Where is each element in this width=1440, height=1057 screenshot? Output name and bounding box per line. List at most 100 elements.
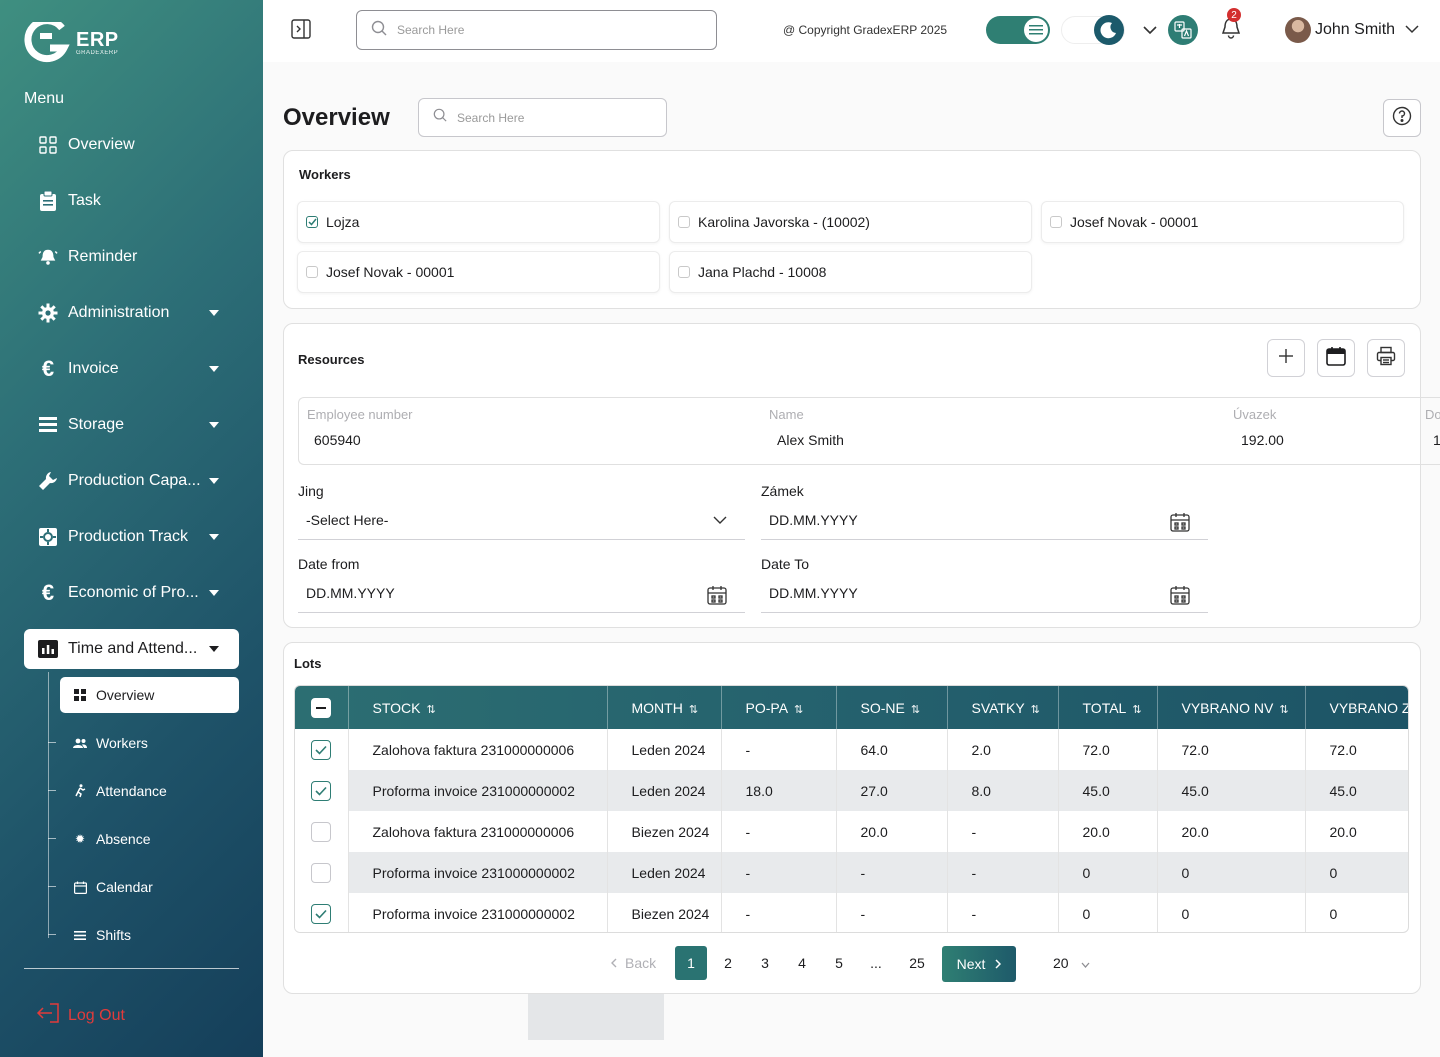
table-cell: Zalohova faktura 231000000006 (348, 811, 608, 852)
subitem-shifts[interactable]: Shifts (48, 917, 239, 953)
table-cell: Proforma invoice 231000000002 (348, 893, 608, 932)
worker-option[interactable]: Josef Novak - 00001 (1041, 201, 1404, 243)
checkbox[interactable] (678, 216, 690, 228)
table-row[interactable]: Zalohova faktura 231000000006 Leden 2024-… (295, 729, 1408, 770)
worker-option[interactable]: Lojza (297, 201, 660, 243)
sun-icon: ✹ (74, 832, 86, 846)
logout-button[interactable]: Log Out (36, 1002, 125, 1029)
sidebar-item-invoice[interactable]: € Invoice (24, 349, 239, 389)
table-cell: Proforma invoice 231000000002 (348, 770, 608, 811)
employee-number-value: 605940 (314, 432, 361, 448)
date-from-input[interactable]: DD.MM.YYYY (298, 573, 745, 613)
user-menu[interactable]: John Smith (1285, 17, 1419, 43)
logo[interactable]: ERP GRADEXERP (24, 22, 119, 64)
background-decoration (528, 994, 664, 1040)
subitem-workers[interactable]: Workers (48, 725, 239, 761)
page-button[interactable]: 5 (823, 946, 855, 980)
sidebar-item-reminder[interactable]: Reminder (24, 237, 239, 277)
row-checkbox[interactable] (311, 821, 331, 842)
row-checkbox-checked[interactable] (311, 903, 331, 924)
checkbox[interactable] (1050, 216, 1062, 228)
checkbox-checked[interactable] (306, 216, 318, 228)
table-row[interactable]: Proforma invoice 231000000002 Leden 2024 1… (295, 770, 1408, 811)
sidebar-item-administration[interactable]: Administration (24, 293, 239, 333)
sidebar-item-economic[interactable]: € Economic of Pro... (24, 573, 239, 613)
table-cell: Leden 2024 (607, 729, 722, 770)
overview-search[interactable] (418, 98, 667, 137)
sidebar-item-production-capacity[interactable]: Production Capa... (24, 461, 239, 501)
theme-toggle[interactable] (1061, 15, 1125, 45)
pagination-next[interactable]: Next (942, 946, 1016, 982)
col-header-do: Do (1425, 407, 1440, 422)
euro-icon: € (41, 580, 55, 605)
uvazek-value: 192.00 (1241, 432, 1284, 448)
help-button[interactable] (1383, 99, 1421, 137)
print-button[interactable] (1367, 339, 1405, 377)
chevron-right-icon (995, 956, 1002, 972)
table-row[interactable]: Proforma invoice 231000000002 Biezen 2024… (295, 893, 1408, 932)
col-po-pa[interactable]: PO-PA ⇅ (721, 686, 837, 729)
page-button[interactable]: 2 (712, 946, 744, 980)
layout-toggle[interactable] (986, 16, 1050, 44)
table-row[interactable]: Zalohova faktura 231000000006 Biezen 2024… (295, 811, 1408, 852)
worker-option[interactable]: Jana Plachd - 10008 (669, 251, 1032, 293)
jing-label: Jing (298, 483, 324, 499)
row-checkbox[interactable] (311, 862, 331, 883)
worker-option[interactable]: Karolina Javorska - (10002) (669, 201, 1032, 243)
top-search[interactable] (356, 10, 717, 50)
date-from-value: DD.MM.YYYY (306, 584, 395, 601)
caret-down-icon (209, 478, 219, 484)
col-so-ne[interactable]: SO-NE ⇅ (836, 686, 948, 729)
list-icon (38, 415, 58, 435)
pagination-back[interactable]: Back (611, 946, 656, 980)
page-button[interactable]: 3 (749, 946, 781, 980)
translate-icon[interactable] (1168, 15, 1198, 45)
table-cell: 0 (1058, 852, 1158, 893)
col-svatky[interactable]: SVATKY ⇅ (947, 686, 1059, 729)
checkbox[interactable] (678, 266, 690, 278)
chevron-down-icon[interactable] (1143, 22, 1157, 40)
check-icon (315, 786, 327, 796)
sort-icon: ⇅ (794, 703, 804, 716)
worker-option[interactable]: Josef Novak - 00001 (297, 251, 660, 293)
submenu-line (48, 672, 49, 938)
per-page-select[interactable]: 20 (1053, 946, 1090, 980)
checkbox[interactable] (306, 266, 318, 278)
subitem-calendar[interactable]: Calendar (48, 869, 239, 905)
sidebar-item-storage[interactable]: Storage (24, 405, 239, 445)
sidebar-item-production-track[interactable]: Production Track (24, 517, 239, 557)
collapse-sidebar-icon[interactable] (291, 19, 313, 41)
overview-search-input[interactable] (457, 110, 666, 125)
col-vybrano-za[interactable]: VYBRANO ZA (1305, 686, 1408, 729)
sidebar-item-task[interactable]: Task (24, 181, 239, 221)
add-button[interactable] (1267, 339, 1305, 377)
jing-select[interactable]: -Select Here- (298, 500, 745, 540)
date-to-input[interactable]: DD.MM.YYYY (761, 573, 1208, 613)
page-button[interactable]: 25 (901, 946, 933, 980)
col-month[interactable]: MONTH ⇅ (607, 686, 722, 729)
subitem-overview[interactable]: Overview (60, 677, 239, 713)
sidebar-item-overview[interactable]: Overview (24, 125, 239, 165)
table-row[interactable]: Proforma invoice 231000000002 Leden 2024-… (295, 852, 1408, 893)
select-all-checkbox[interactable] (311, 697, 331, 718)
page-button[interactable]: 4 (786, 946, 818, 980)
page-button[interactable]: 1 (675, 946, 707, 980)
search-icon (371, 20, 387, 41)
row-checkbox-checked[interactable] (311, 780, 331, 801)
col-stock[interactable]: STOCK ⇅ (348, 686, 608, 729)
logout-icon (36, 1002, 60, 1029)
table-cell: - (721, 893, 837, 932)
col-total[interactable]: TOTAL ⇅ (1058, 686, 1158, 729)
subitem-label: Shifts (96, 927, 132, 943)
subitem-label: Attendance (96, 783, 167, 799)
moon-icon (1094, 15, 1124, 45)
subitem-absence[interactable]: ✹ Absence (48, 821, 239, 857)
sidebar-item-time-attendance[interactable]: Time and Attend... (24, 629, 239, 669)
top-search-input[interactable] (397, 23, 677, 37)
calendar-button[interactable] (1317, 339, 1355, 377)
col-vybrano-nv[interactable]: VYBRANO NV ⇅ (1157, 686, 1306, 729)
zamek-date-input[interactable]: DD.MM.YYYY (761, 500, 1208, 540)
subitem-attendance[interactable]: Attendance (48, 773, 239, 809)
row-checkbox-checked[interactable] (311, 739, 331, 760)
clipboard-icon (38, 191, 58, 211)
